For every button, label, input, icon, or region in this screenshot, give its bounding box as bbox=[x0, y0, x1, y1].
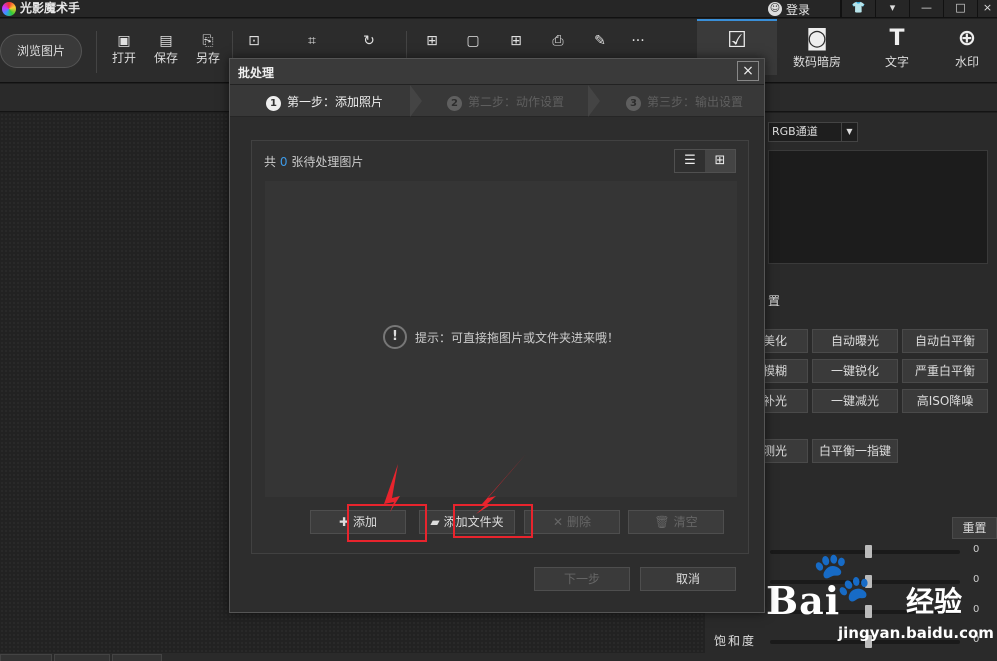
tab-text[interactable]: T 文字 bbox=[857, 19, 937, 75]
fx-button[interactable]: 一键锐化 bbox=[812, 359, 898, 383]
section-title: 置 bbox=[768, 294, 781, 308]
stamp-icon: ▢ bbox=[466, 33, 480, 49]
saturation-label: 饱和度 bbox=[714, 634, 757, 648]
size-icon: ⊡ bbox=[248, 33, 260, 49]
fx-button[interactable]: 自动白平衡 bbox=[902, 329, 988, 353]
tab-watermark[interactable]: ⊕ 水印 bbox=[937, 19, 997, 75]
watermark-url: jingyan.baidu.com bbox=[838, 624, 994, 642]
bottom-tab[interactable] bbox=[112, 654, 162, 661]
chevron-down-icon: ▼ bbox=[841, 123, 857, 141]
title-bar: 光影魔术手 ☺ 登录 👕 ▾ — □ × bbox=[0, 0, 997, 18]
info-icon: ! bbox=[383, 325, 407, 349]
step-3: 3 第三步：输出设置 bbox=[626, 93, 743, 111]
list-view-icon[interactable]: ☰ bbox=[675, 150, 705, 172]
histogram bbox=[768, 150, 988, 264]
baidu-watermark: 🐾 Bai 经验 jingyan.baidu.com bbox=[760, 548, 997, 661]
bottom-tabs bbox=[0, 653, 705, 661]
print-button[interactable]: ⎙ bbox=[538, 33, 578, 51]
save-button[interactable]: ▤ 保存 bbox=[146, 33, 186, 65]
grid-view-icon[interactable]: ⊞ bbox=[705, 150, 735, 172]
rotate-button[interactable]: ↻ bbox=[349, 33, 389, 51]
app-logo-icon bbox=[2, 2, 16, 16]
user-face-icon: ☺ bbox=[767, 2, 782, 16]
dialog-header: 批处理 × bbox=[230, 59, 764, 85]
more-icon: ··· bbox=[631, 33, 645, 49]
collage-button[interactable]: ⊞ bbox=[496, 33, 536, 51]
watermark-brand-2: 经验 bbox=[906, 585, 963, 618]
size-button[interactable]: ⊡ bbox=[234, 33, 274, 51]
app-title: 光影魔术手 bbox=[20, 1, 81, 15]
frame-icon: ⊞ bbox=[426, 33, 438, 49]
collage-icon: ⊞ bbox=[510, 33, 522, 49]
fx-button[interactable]: 自动曝光 bbox=[812, 329, 898, 353]
bottom-tab[interactable] bbox=[54, 654, 110, 661]
fx-button[interactable]: 白平衡一指键 bbox=[812, 439, 898, 463]
toolbar-divider bbox=[96, 31, 97, 73]
reset-button[interactable]: 重置 bbox=[952, 517, 997, 539]
more-button[interactable]: ··· bbox=[618, 33, 658, 51]
view-toggle: ☰ ⊞ bbox=[674, 149, 736, 173]
next-step-button[interactable]: 下一步 bbox=[534, 567, 630, 591]
crop-icon: ⌗ bbox=[308, 33, 316, 49]
brush-button[interactable]: ✎ bbox=[580, 33, 620, 51]
tab-darkroom[interactable]: ◙ 数码暗房 bbox=[777, 19, 857, 75]
print-icon: ⎙ bbox=[552, 33, 564, 49]
title-bar-controls: ☺ 登录 👕 ▾ — □ × bbox=[767, 0, 997, 18]
skin-icon[interactable]: 👕 bbox=[841, 0, 875, 18]
text-icon: T bbox=[889, 26, 905, 51]
arrow-to-add-icon bbox=[384, 464, 400, 512]
arrow-to-folder-icon bbox=[476, 454, 526, 514]
clear-button[interactable]: 🗑 清空 bbox=[628, 510, 724, 534]
step-1: 1 第一步：添加照片 bbox=[266, 93, 383, 111]
watermark-icon: ⊕ bbox=[957, 26, 977, 51]
menu-icon[interactable]: ▾ bbox=[875, 0, 909, 18]
brush-icon: ✎ bbox=[594, 33, 606, 49]
cancel-button[interactable]: 取消 bbox=[640, 567, 736, 591]
step-2: 2 第二步：动作设置 bbox=[447, 93, 564, 111]
camera-icon: ◙ bbox=[806, 26, 828, 51]
edit-icon: ☑ bbox=[727, 28, 747, 53]
open-image-icon: ▣ bbox=[117, 33, 131, 49]
save-icon: ▤ bbox=[159, 33, 173, 49]
drop-hint: ! 提示：可直接拖图片或文件夹进来哦！ bbox=[383, 325, 619, 349]
red-arrows bbox=[384, 454, 526, 514]
trash-icon: 🗑 bbox=[654, 515, 670, 529]
channel-select[interactable]: RGB通道 ▼ bbox=[768, 122, 858, 142]
crop-button[interactable]: ⌗ bbox=[292, 33, 332, 51]
fx-button[interactable]: 高ISO降噪 bbox=[902, 389, 988, 413]
maximize-icon[interactable]: □ bbox=[943, 0, 977, 18]
save-as-icon: ⎘ bbox=[202, 33, 214, 49]
rotate-icon: ↻ bbox=[363, 33, 375, 49]
fx-button[interactable]: 严重白平衡 bbox=[902, 359, 988, 383]
fx-button[interactable]: 一键减光 bbox=[812, 389, 898, 413]
bottom-tab[interactable] bbox=[0, 654, 52, 661]
login-button[interactable]: ☺ 登录 bbox=[767, 0, 841, 18]
step-bar: 1 第一步：添加照片 2 第二步：动作设置 3 第三步：输出设置 bbox=[230, 85, 764, 117]
frame-button[interactable]: ⊞ bbox=[412, 33, 452, 51]
step-chevron bbox=[410, 85, 422, 117]
stamp-button[interactable]: ▢ bbox=[453, 33, 493, 51]
login-label: 登录 bbox=[785, 2, 810, 17]
minimize-icon[interactable]: — bbox=[909, 0, 943, 18]
dialog-title: 批处理 bbox=[238, 66, 275, 80]
photo-count: 共 0 张待处理图片 bbox=[264, 155, 364, 169]
open-button[interactable]: ▣ 打开 bbox=[104, 33, 144, 65]
delete-icon: ✕ bbox=[552, 515, 564, 529]
save-as-button[interactable]: ⎘ 另存 bbox=[188, 33, 228, 65]
close-icon[interactable]: × bbox=[737, 61, 759, 81]
step-chevron bbox=[588, 85, 600, 117]
watermark-brand: Bai bbox=[766, 578, 841, 623]
browse-images-button[interactable]: 浏览图片 bbox=[0, 34, 82, 68]
close-window-icon[interactable]: × bbox=[977, 0, 997, 18]
